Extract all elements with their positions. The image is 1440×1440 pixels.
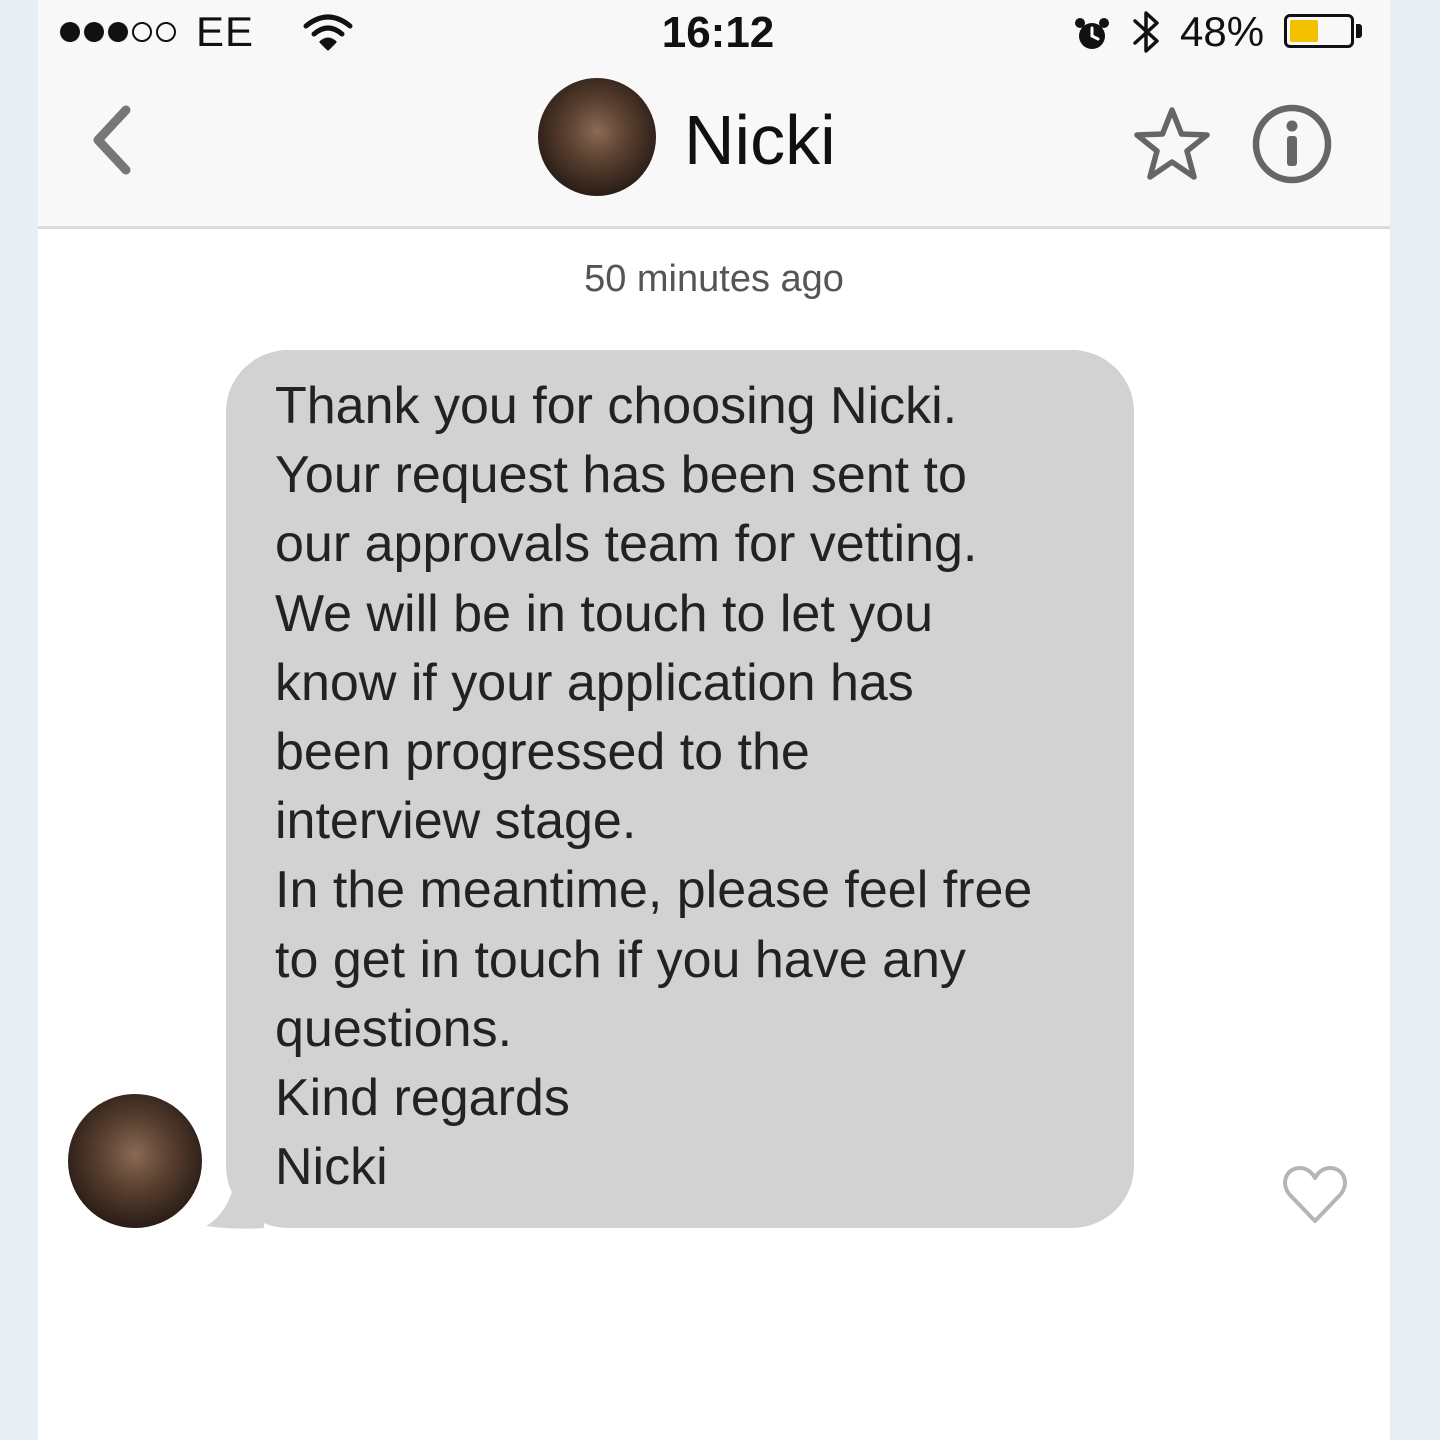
message-line: We will be in touch to let you bbox=[275, 584, 934, 643]
message-line: our approvals team for vetting. bbox=[275, 515, 978, 574]
info-icon bbox=[1252, 104, 1332, 184]
message-timestamp: 50 minutes ago bbox=[584, 258, 844, 300]
message-bubble[interactable]: Thank you for choosing Nicki. Your reques… bbox=[226, 350, 1134, 1228]
info-button[interactable] bbox=[1250, 102, 1334, 191]
phone-screen: EE 16:12 48% Nicki 50 minutes ago Thank … bbox=[38, 0, 1390, 1440]
battery-level bbox=[1290, 20, 1318, 42]
star-icon bbox=[1134, 107, 1210, 180]
message-line: know if your application has bbox=[275, 653, 914, 712]
top-bar: EE 16:12 48% Nicki bbox=[38, 0, 1390, 229]
battery-percentage: 48% bbox=[1180, 8, 1265, 55]
message-line: interview stage. bbox=[275, 792, 637, 851]
status-bar: EE 16:12 48% bbox=[38, 0, 1390, 64]
alarm-icon bbox=[1072, 14, 1112, 59]
message-line: Nicki bbox=[275, 1138, 388, 1197]
message-line: questions. bbox=[275, 999, 513, 1058]
sender-avatar[interactable] bbox=[68, 1094, 202, 1228]
battery-icon bbox=[1284, 14, 1354, 48]
message-line: been progressed to the bbox=[275, 723, 810, 782]
like-button[interactable] bbox=[1282, 1164, 1348, 1231]
battery-cap bbox=[1356, 24, 1362, 38]
favorite-button[interactable] bbox=[1130, 104, 1214, 189]
message-line: to get in touch if you have any bbox=[275, 930, 966, 989]
message-line: Your request has been sent to bbox=[275, 446, 967, 505]
bluetooth-icon bbox=[1130, 8, 1164, 61]
back-chevron-icon bbox=[93, 105, 131, 175]
message-line: In the meantime, please feel free bbox=[275, 861, 1033, 920]
contact-name[interactable]: Nicki bbox=[684, 100, 836, 180]
message-line: Kind regards bbox=[275, 1069, 570, 1128]
message-line: Thank you for choosing Nicki. bbox=[275, 377, 958, 435]
heart-icon bbox=[1283, 1166, 1347, 1223]
contact-avatar[interactable] bbox=[538, 78, 656, 196]
back-button[interactable] bbox=[88, 104, 138, 181]
